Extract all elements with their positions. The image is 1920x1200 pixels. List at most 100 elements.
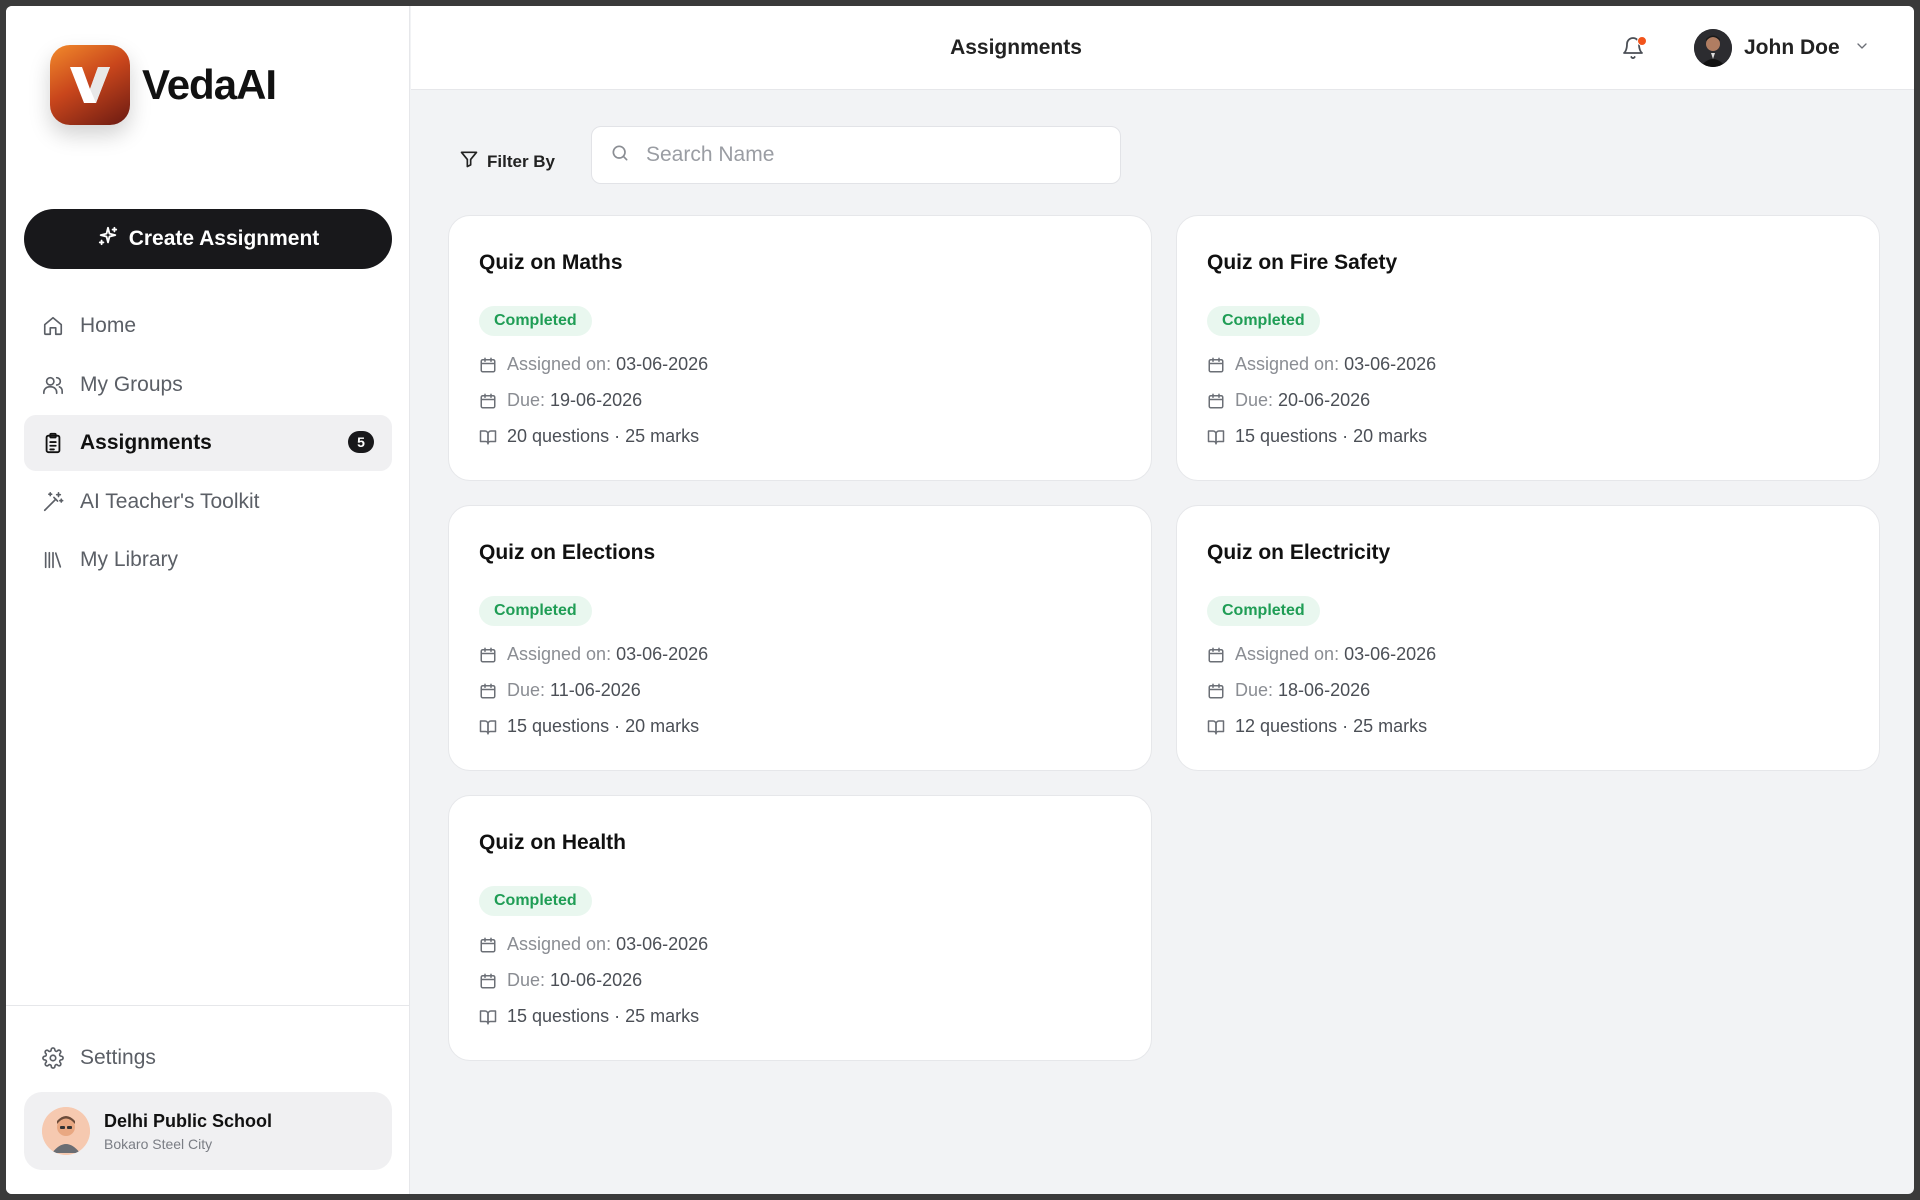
search-box xyxy=(591,126,1121,184)
due-label: Due: xyxy=(507,390,546,410)
due-value: 11-06-2026 xyxy=(550,680,641,700)
school-profile-card[interactable]: Delhi Public School Bokaro Steel City xyxy=(24,1092,392,1170)
summary-row: 15 questions · 20 marks xyxy=(1207,426,1427,447)
sparkles-icon xyxy=(97,225,119,253)
search-icon xyxy=(610,143,630,168)
calendar-icon xyxy=(1207,392,1225,410)
calendar-icon xyxy=(1207,682,1225,700)
due-value: 19-06-2026 xyxy=(550,390,643,410)
settings-section: Settings xyxy=(24,1030,392,1089)
assigned-on-value: 03-06-2026 xyxy=(616,934,709,954)
assignment-card[interactable]: Quiz on Electricity Completed Assigned o… xyxy=(1176,505,1880,771)
sidebar-divider xyxy=(6,1005,410,1006)
sidebar-item-label: Settings xyxy=(80,1046,156,1069)
assignment-card[interactable]: Quiz on Elections Completed Assigned on:… xyxy=(448,505,1152,771)
due-row: Due: 11-06-2026 xyxy=(479,680,641,701)
assignment-card[interactable]: Quiz on Health Completed Assigned on: 03… xyxy=(448,795,1152,1061)
sidebar-item-home[interactable]: Home xyxy=(24,298,392,354)
school-avatar xyxy=(42,1107,90,1155)
filter-label: Filter By xyxy=(487,151,556,171)
book-open-icon xyxy=(1207,718,1225,736)
book-open-icon xyxy=(479,1008,497,1026)
page-title: Assignments xyxy=(950,36,1082,59)
sidebar: VedaAI Create Assignment Home My Groups … xyxy=(6,6,410,1194)
due-label: Due: xyxy=(507,680,546,700)
due-row: Due: 19-06-2026 xyxy=(479,390,642,411)
app-window: VedaAI Create Assignment Home My Groups … xyxy=(6,6,1914,1194)
sidebar-item-label: AI Teacher's Toolkit xyxy=(80,489,260,513)
due-label: Due: xyxy=(507,970,546,990)
users-icon xyxy=(42,374,64,396)
logo[interactable]: VedaAI xyxy=(50,45,277,125)
assigned-on-label: Assigned on: xyxy=(1235,644,1340,664)
summary-row: 20 questions · 25 marks xyxy=(479,426,699,447)
status-badge: Completed xyxy=(1207,596,1320,626)
calendar-icon xyxy=(479,646,497,664)
due-row: Due: 18-06-2026 xyxy=(1207,680,1370,701)
create-assignment-button[interactable]: Create Assignment xyxy=(24,209,392,269)
assignments-count-badge: 5 xyxy=(348,431,374,453)
book-open-icon xyxy=(479,718,497,736)
calendar-icon xyxy=(1207,646,1225,664)
filter-button[interactable]: Filter By xyxy=(459,149,555,174)
sidebar-item-label: Home xyxy=(80,314,137,337)
assigned-on-value: 03-06-2026 xyxy=(616,354,709,374)
assignment-title: Quiz on Elections xyxy=(479,541,656,564)
questions-marks: 15 questions · 20 marks xyxy=(1235,426,1428,446)
home-icon xyxy=(42,315,64,337)
assigned-on-row: Assigned on: 03-06-2026 xyxy=(1207,644,1436,665)
sidebar-item-label: My Library xyxy=(80,548,179,571)
sidebar-item-settings[interactable]: Settings xyxy=(24,1030,392,1086)
book-open-icon xyxy=(479,428,497,446)
sidebar-item-my-library[interactable]: My Library xyxy=(24,532,392,588)
assignment-card[interactable]: Quiz on Maths Completed Assigned on: 03-… xyxy=(448,215,1152,481)
questions-marks: 15 questions · 25 marks xyxy=(507,1006,700,1026)
due-label: Due: xyxy=(1235,390,1274,410)
calendar-icon xyxy=(479,356,497,374)
library-icon xyxy=(42,549,64,571)
assigned-on-value: 03-06-2026 xyxy=(1344,354,1437,374)
assigned-on-label: Assigned on: xyxy=(1235,354,1340,374)
chevron-down-icon xyxy=(1854,38,1870,59)
calendar-icon xyxy=(1207,356,1225,374)
user-avatar xyxy=(1694,29,1732,67)
sidebar-item-label: Assignments xyxy=(80,431,212,454)
school-city: Bokaro Steel City xyxy=(104,1135,213,1152)
top-header: Assignments John Doe xyxy=(411,6,1914,90)
create-assignment-label: Create Assignment xyxy=(128,227,320,250)
notification-dot xyxy=(1637,36,1647,46)
school-name: Delhi Public School xyxy=(104,1110,273,1131)
status-badge: Completed xyxy=(1207,306,1320,336)
gear-icon xyxy=(42,1047,64,1069)
assigned-on-row: Assigned on: 03-06-2026 xyxy=(1207,354,1436,375)
filter-icon xyxy=(459,149,479,174)
sidebar-item-assignments[interactable]: Assignments 5 xyxy=(24,415,392,471)
summary-row: 12 questions · 25 marks xyxy=(1207,716,1427,737)
notifications-button[interactable] xyxy=(1621,36,1647,62)
assigned-on-label: Assigned on: xyxy=(507,644,612,664)
veda-logo-icon xyxy=(50,45,130,125)
assignment-card[interactable]: Quiz on Fire Safety Completed Assigned o… xyxy=(1176,215,1880,481)
assignment-title: Quiz on Fire Safety xyxy=(1207,251,1398,274)
summary-row: 15 questions · 25 marks xyxy=(479,1006,699,1027)
user-menu[interactable]: John Doe xyxy=(1694,29,1870,67)
user-name: John Doe xyxy=(1744,36,1840,59)
assigned-on-label: Assigned on: xyxy=(507,934,612,954)
status-badge: Completed xyxy=(479,596,592,626)
sidebar-item-my-groups[interactable]: My Groups xyxy=(24,357,392,413)
due-row: Due: 10-06-2026 xyxy=(479,970,642,991)
questions-marks: 20 questions · 25 marks xyxy=(507,426,700,446)
assignment-title: Quiz on Health xyxy=(479,831,626,854)
sidebar-nav: Home My Groups Assignments 5 AI Teacher'… xyxy=(24,298,392,591)
search-input[interactable] xyxy=(646,143,1086,167)
assigned-on-row: Assigned on: 03-06-2026 xyxy=(479,354,708,375)
sidebar-item-label: My Groups xyxy=(80,372,183,396)
questions-marks: 15 questions · 20 marks xyxy=(507,716,700,736)
due-value: 20-06-2026 xyxy=(1278,390,1371,410)
assigned-on-value: 03-06-2026 xyxy=(616,644,709,664)
calendar-icon xyxy=(479,392,497,410)
sidebar-item-ai-teachers-toolkit[interactable]: AI Teacher's Toolkit xyxy=(24,474,392,530)
bell-icon xyxy=(1621,37,1645,64)
assigned-on-label: Assigned on: xyxy=(507,354,612,374)
assigned-on-row: Assigned on: 03-06-2026 xyxy=(479,644,708,665)
